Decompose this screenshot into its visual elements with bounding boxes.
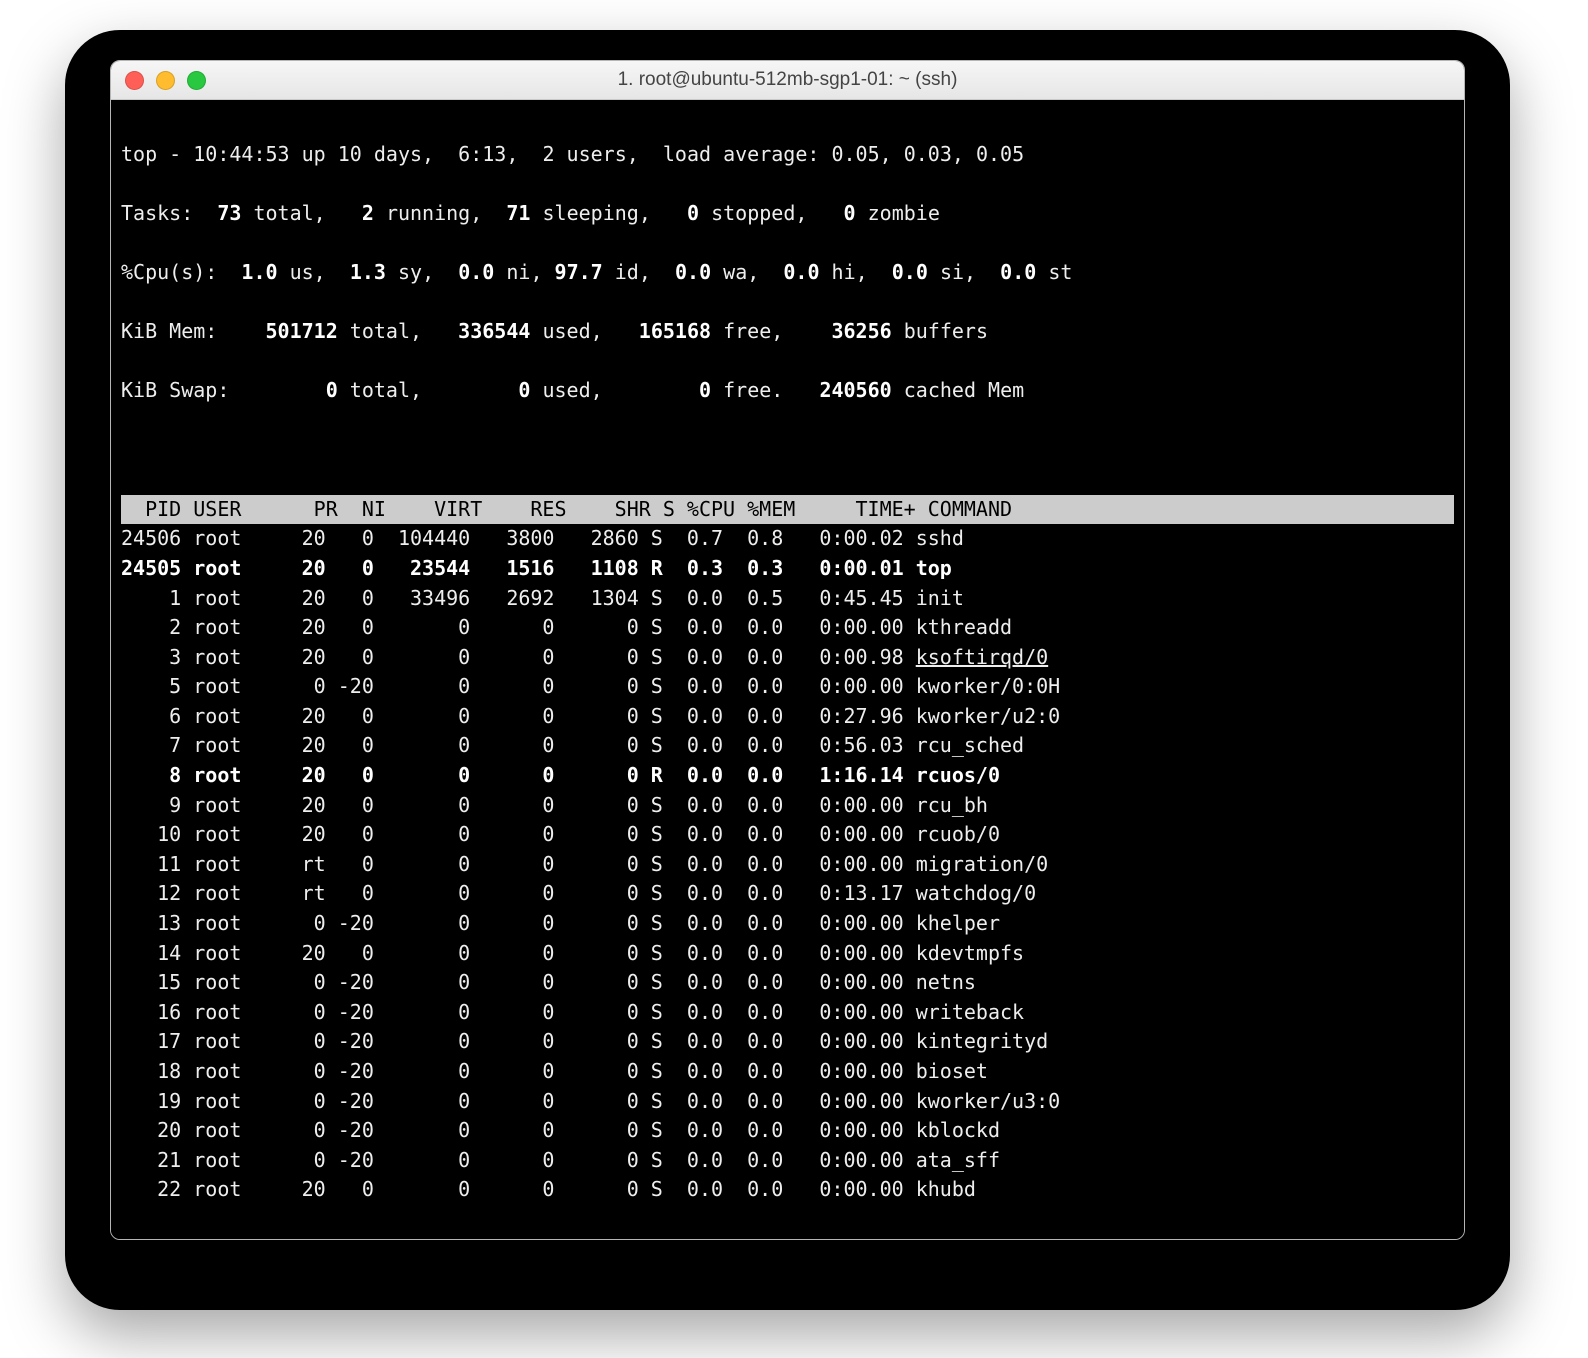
process-command: rcuos/0 [916, 763, 1000, 787]
process-row: 24506 root 20 0 104440 3800 2860 S 0.7 0… [121, 524, 1454, 554]
close-icon[interactable] [125, 71, 144, 90]
process-command: ksoftirqd/0 [916, 645, 1048, 669]
process-row: 22 root 20 0 0 0 0 S 0.0 0.0 0:00.00 khu… [121, 1175, 1454, 1205]
process-row: 19 root 0 -20 0 0 0 S 0.0 0.0 0:00.00 kw… [121, 1087, 1454, 1117]
process-row: 7 root 20 0 0 0 0 S 0.0 0.0 0:56.03 rcu_… [121, 731, 1454, 761]
terminal-inner: 1. root@ubuntu-512mb-sgp1-01: ~ (ssh) to… [110, 60, 1465, 1240]
process-row: 6 root 20 0 0 0 0 S 0.0 0.0 0:27.96 kwor… [121, 702, 1454, 732]
process-command: ata_sff [916, 1148, 1000, 1172]
process-row: 1 root 20 0 33496 2692 1304 S 0.0 0.5 0:… [121, 584, 1454, 614]
process-row: 20 root 0 -20 0 0 0 S 0.0 0.0 0:00.00 kb… [121, 1116, 1454, 1146]
process-row: 9 root 20 0 0 0 0 S 0.0 0.0 0:00.00 rcu_… [121, 791, 1454, 821]
process-row: 3 root 20 0 0 0 0 S 0.0 0.0 0:00.98 ksof… [121, 643, 1454, 673]
process-command: watchdog/0 [916, 881, 1036, 905]
maximize-icon[interactable] [187, 71, 206, 90]
process-row: 11 root rt 0 0 0 0 S 0.0 0.0 0:00.00 mig… [121, 850, 1454, 880]
process-command: kintegrityd [916, 1029, 1048, 1053]
process-command: rcu_sched [916, 733, 1024, 757]
process-command: kthreadd [916, 615, 1012, 639]
blank-line [121, 436, 1454, 466]
process-command: bioset [916, 1059, 988, 1083]
process-list: 24506 root 20 0 104440 3800 2860 S 0.7 0… [121, 524, 1454, 1205]
process-row: 15 root 0 -20 0 0 0 S 0.0 0.0 0:00.00 ne… [121, 968, 1454, 998]
process-row: 13 root 0 -20 0 0 0 S 0.0 0.0 0:00.00 kh… [121, 909, 1454, 939]
process-command: kworker/u3:0 [916, 1089, 1061, 1113]
process-command: netns [916, 970, 976, 994]
process-row: 5 root 0 -20 0 0 0 S 0.0 0.0 0:00.00 kwo… [121, 672, 1454, 702]
traffic-lights [125, 71, 206, 90]
process-command: kworker/0:0H [916, 674, 1061, 698]
process-row: 12 root rt 0 0 0 0 S 0.0 0.0 0:13.17 wat… [121, 879, 1454, 909]
process-command: sshd [916, 526, 964, 550]
column-headers: PID USER PR NI VIRT RES SHR S %CPU %MEM … [121, 495, 1454, 525]
process-row: 14 root 20 0 0 0 0 S 0.0 0.0 0:00.00 kde… [121, 939, 1454, 969]
process-command: writeback [916, 1000, 1024, 1024]
process-command: rcu_bh [916, 793, 988, 817]
process-row: 2 root 20 0 0 0 0 S 0.0 0.0 0:00.00 kthr… [121, 613, 1454, 643]
process-row: 10 root 20 0 0 0 0 S 0.0 0.0 0:00.00 rcu… [121, 820, 1454, 850]
process-command: kdevtmpfs [916, 941, 1024, 965]
process-row: 24505 root 20 0 23544 1516 1108 R 0.3 0.… [121, 554, 1454, 584]
process-row: 17 root 0 -20 0 0 0 S 0.0 0.0 0:00.00 ki… [121, 1027, 1454, 1057]
window-title: 1. root@ubuntu-512mb-sgp1-01: ~ (ssh) [111, 69, 1464, 91]
process-row: 16 root 0 -20 0 0 0 S 0.0 0.0 0:00.00 wr… [121, 998, 1454, 1028]
process-command: migration/0 [916, 852, 1048, 876]
minimize-icon[interactable] [156, 71, 175, 90]
process-command: khelper [916, 911, 1000, 935]
process-command: kworker/u2:0 [916, 704, 1061, 728]
process-command: top [916, 556, 952, 580]
process-command: kblockd [916, 1118, 1000, 1142]
process-row: 18 root 0 -20 0 0 0 S 0.0 0.0 0:00.00 bi… [121, 1057, 1454, 1087]
summary-line-mem: KiB Mem: 501712 total, 336544 used, 1651… [121, 317, 1454, 347]
process-command: init [916, 586, 964, 610]
summary-line-cpu: %Cpu(s): 1.0 us, 1.3 sy, 0.0 ni, 97.7 id… [121, 258, 1454, 288]
summary-line-1: top - 10:44:53 up 10 days, 6:13, 2 users… [121, 140, 1454, 170]
summary-line-tasks: Tasks: 73 total, 2 running, 71 sleeping,… [121, 199, 1454, 229]
process-command: khubd [916, 1177, 976, 1201]
terminal-content[interactable]: top - 10:44:53 up 10 days, 6:13, 2 users… [111, 100, 1464, 1240]
process-row: 21 root 0 -20 0 0 0 S 0.0 0.0 0:00.00 at… [121, 1146, 1454, 1176]
process-row: 8 root 20 0 0 0 0 R 0.0 0.0 1:16.14 rcuo… [121, 761, 1454, 791]
titlebar: 1. root@ubuntu-512mb-sgp1-01: ~ (ssh) [111, 61, 1464, 100]
terminal-window: 1. root@ubuntu-512mb-sgp1-01: ~ (ssh) to… [65, 30, 1510, 1310]
process-command: rcuob/0 [916, 822, 1000, 846]
summary-line-swap: KiB Swap: 0 total, 0 used, 0 free. 24056… [121, 376, 1454, 406]
